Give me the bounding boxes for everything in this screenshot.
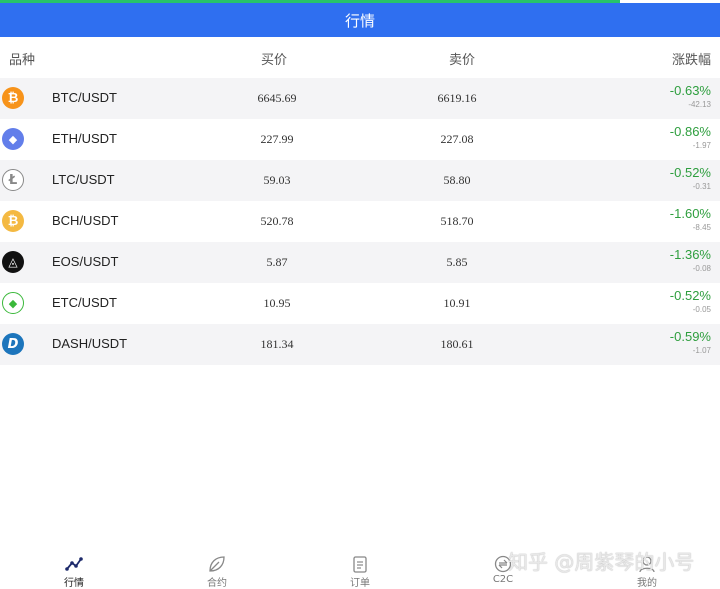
pair-name: DASH/USDT — [52, 336, 128, 351]
buy-price: 59.03 — [263, 173, 291, 187]
column-header-sell: 卖价 — [449, 53, 476, 68]
tab-orders[interactable]: 订单 — [320, 548, 400, 589]
column-header-row: 品种 买价 卖价 涨跌幅 — [0, 37, 720, 77]
litecoin-icon: Ł — [2, 169, 24, 191]
market-row[interactable]: ₿ BCH/USDT 520.78 518.70 -1.60% -8.45 — [0, 201, 720, 242]
change-percent: -0.52% — [669, 288, 711, 303]
change-amount: -1.97 — [692, 141, 711, 150]
bitcoin-icon: ₿ — [2, 87, 24, 109]
tab-contract[interactable]: 合约 — [177, 548, 257, 589]
change-percent: -0.86% — [669, 124, 711, 139]
page-title: 行情 — [344, 11, 375, 30]
market-row[interactable]: ◆ ETH/USDT 227.99 227.08 -0.86% -1.97 — [0, 119, 720, 160]
column-header-symbol: 品种 — [9, 53, 36, 68]
sell-price: 518.70 — [440, 214, 474, 228]
tab-label: C2C — [492, 574, 514, 585]
change-percent: -0.52% — [669, 165, 711, 180]
change-percent: -1.60% — [669, 206, 711, 221]
pair-name: BCH/USDT — [52, 213, 119, 228]
buy-price: 181.34 — [260, 337, 294, 351]
pair-name: BTC/USDT — [52, 90, 117, 105]
change-amount: -1.07 — [692, 346, 711, 355]
change-amount: -42.13 — [688, 100, 711, 109]
change-percent: -0.59% — [669, 329, 711, 344]
market-row[interactable]: D DASH/USDT 181.34 180.61 -0.59% -1.07 — [0, 324, 720, 365]
pair-name: ETC/USDT — [52, 295, 117, 310]
eos-icon: ◬ — [2, 251, 24, 273]
market-row[interactable]: ◆ ETC/USDT 10.95 10.91 -0.52% -0.05 — [0, 283, 720, 324]
buy-price: 5.87 — [266, 255, 288, 269]
buy-price: 520.78 — [260, 214, 294, 228]
pair-name: ETH/USDT — [52, 131, 117, 146]
sell-price: 5.85 — [446, 255, 468, 269]
bitcoin-cash-icon: ₿ — [2, 210, 24, 232]
change-amount: -0.05 — [692, 305, 711, 314]
zhihu-watermark: 知乎 @周紫琴的小号 — [508, 550, 695, 574]
market-row[interactable]: ◬ EOS/USDT 5.87 5.85 -1.36% -0.08 — [0, 242, 720, 283]
tab-market[interactable]: 行情 — [34, 548, 114, 589]
change-amount: -0.08 — [692, 264, 711, 273]
order-clipboard-icon — [353, 556, 367, 573]
column-header-buy: 买价 — [261, 53, 288, 68]
buy-price: 6645.69 — [257, 91, 297, 105]
market-row[interactable]: Ł LTC/USDT 59.03 58.80 -0.52% -0.31 — [0, 160, 720, 201]
pair-name: EOS/USDT — [52, 254, 119, 269]
column-header-change: 涨跌幅 — [671, 53, 711, 68]
market-list: ₿ BTC/USDT 6645.69 6619.16 -0.63% -42.13… — [0, 78, 720, 365]
contract-leaf-icon — [209, 556, 225, 572]
ethereum-classic-icon: ◆ — [2, 292, 24, 314]
sell-price: 227.08 — [440, 132, 474, 146]
change-amount: -8.45 — [692, 223, 711, 232]
buy-price: 227.99 — [260, 132, 294, 146]
sell-price: 180.61 — [440, 337, 474, 351]
sell-price: 6619.16 — [437, 91, 477, 105]
pair-name: LTC/USDT — [52, 172, 115, 187]
change-percent: -0.63% — [669, 83, 711, 98]
buy-price: 10.95 — [263, 296, 291, 310]
change-amount: -0.31 — [692, 182, 711, 191]
market-chart-icon — [65, 557, 83, 571]
sell-price: 58.80 — [443, 173, 471, 187]
market-row[interactable]: ₿ BTC/USDT 6645.69 6619.16 -0.63% -42.13 — [0, 78, 720, 119]
change-percent: -1.36% — [669, 247, 711, 262]
ethereum-icon: ◆ — [2, 128, 24, 150]
dash-icon: D — [2, 333, 24, 355]
app-header: 行情 — [0, 3, 720, 37]
sell-price: 10.91 — [443, 296, 471, 310]
